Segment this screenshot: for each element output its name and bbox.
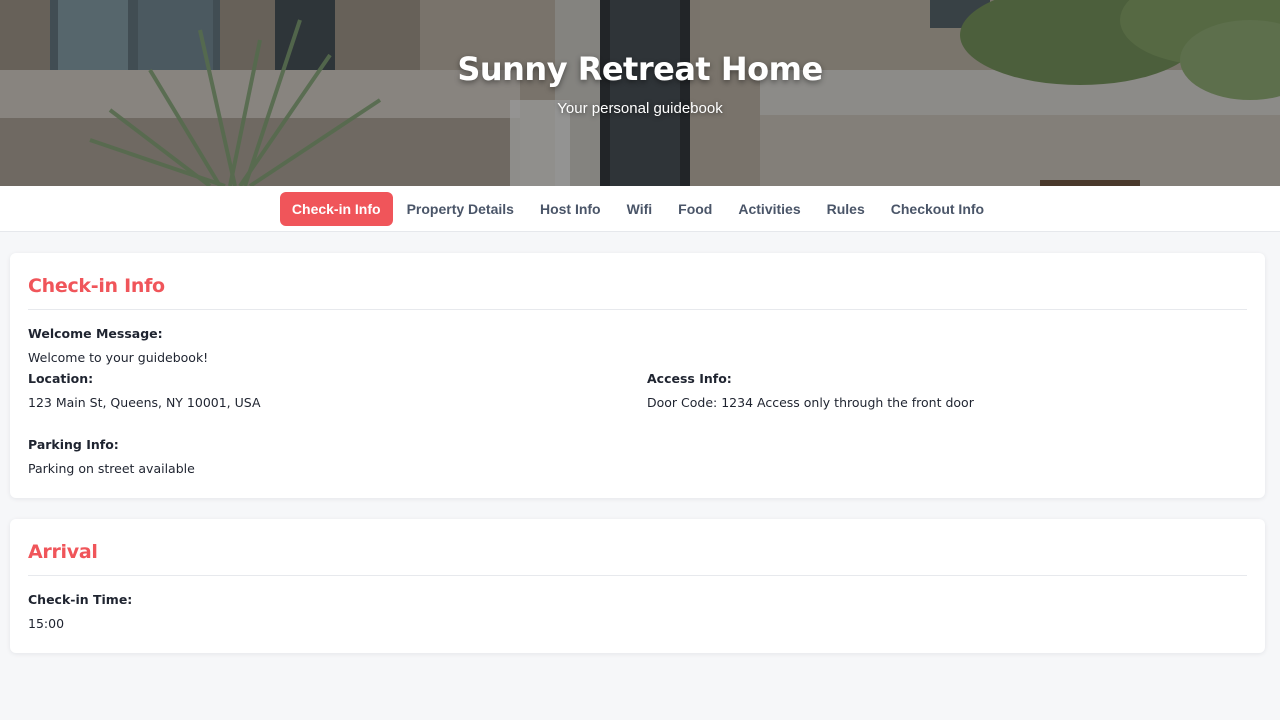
- tab-check-in-info[interactable]: Check-in Info: [279, 191, 393, 226]
- tab-wifi[interactable]: Wifi: [615, 192, 665, 226]
- check-in-info-heading: Check-in Info: [28, 275, 1247, 310]
- access-info-value: Door Code: 1234 Access only through the …: [647, 395, 974, 410]
- hero-text: Sunny Retreat Home Your personal guidebo…: [0, 50, 1280, 117]
- access-info-field: Access Info: Door Code: 1234 Access only…: [647, 371, 1247, 410]
- tab-property-details[interactable]: Property Details: [395, 192, 526, 226]
- location-value: 123 Main St, Queens, NY 10001, USA: [28, 395, 261, 410]
- access-info-label: Access Info:: [647, 371, 732, 386]
- hero-banner: Sunny Retreat Home Your personal guidebo…: [0, 0, 1280, 186]
- location-label: Location:: [28, 371, 94, 386]
- tab-food[interactable]: Food: [666, 192, 724, 226]
- welcome-message-label: Welcome Message:: [28, 326, 163, 341]
- page-subtitle: Your personal guidebook: [557, 100, 723, 117]
- tab-checkout-info[interactable]: Checkout Info: [879, 192, 996, 226]
- parking-info-label: Parking Info:: [28, 437, 119, 452]
- welcome-message-value: Welcome to your guidebook!: [28, 350, 209, 365]
- section-nav: Check-in Info Property Details Host Info…: [0, 186, 1280, 232]
- tab-activities[interactable]: Activities: [726, 192, 812, 226]
- main-content: Check-in Info Welcome Message: Welcome t…: [0, 232, 1280, 653]
- tab-rules[interactable]: Rules: [815, 192, 877, 226]
- welcome-message-field: Welcome Message: Welcome to your guidebo…: [28, 326, 1247, 365]
- check-in-details-grid: Location: 123 Main St, Queens, NY 10001,…: [28, 371, 1247, 476]
- parking-info-value: Parking on street available: [28, 461, 195, 476]
- arrival-card: Arrival Check-in Time: 15:00: [10, 519, 1265, 653]
- check-in-time-value: 15:00: [28, 616, 65, 631]
- check-in-time-field: Check-in Time: 15:00: [28, 592, 1247, 631]
- parking-info-field: Parking Info: Parking on street availabl…: [28, 437, 647, 476]
- nav-tabs: Check-in Info Property Details Host Info…: [279, 191, 996, 226]
- arrival-heading: Arrival: [28, 541, 1247, 576]
- tab-host-info[interactable]: Host Info: [528, 192, 613, 226]
- check-in-info-card: Check-in Info Welcome Message: Welcome t…: [10, 253, 1265, 498]
- page-title: Sunny Retreat Home: [457, 50, 823, 88]
- check-in-time-label: Check-in Time:: [28, 592, 133, 607]
- location-field: Location: 123 Main St, Queens, NY 10001,…: [28, 371, 647, 410]
